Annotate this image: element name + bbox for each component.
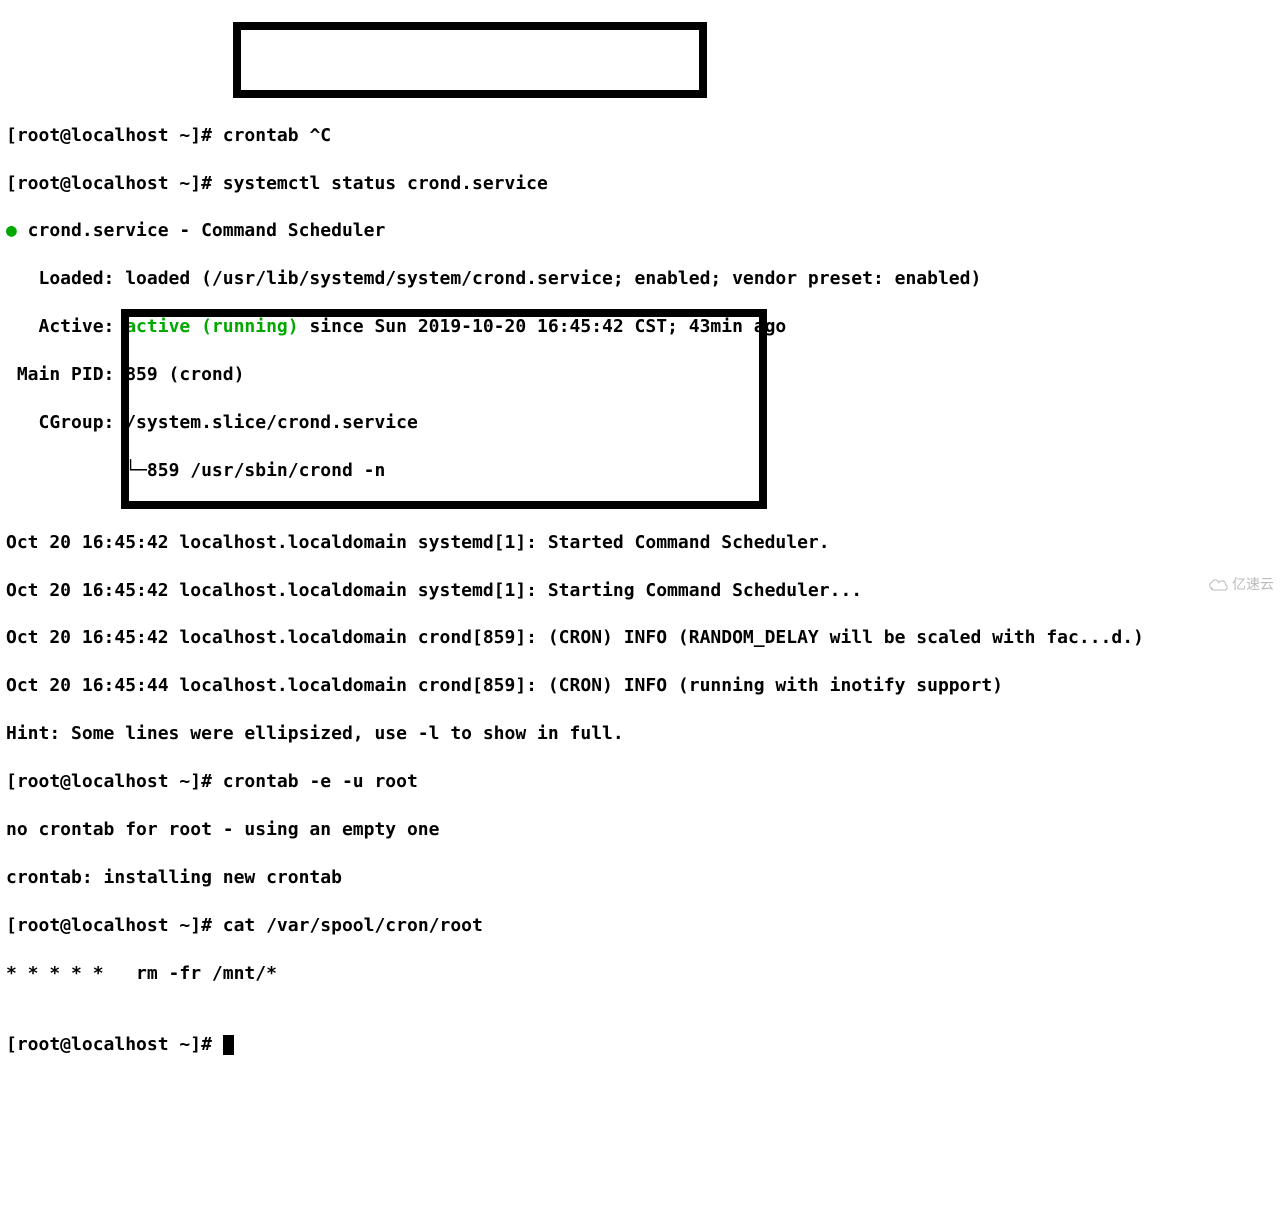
status-bullet-icon: ● (6, 220, 17, 241)
log-line: Oct 20 16:45:44 localhost.localdomain cr… (6, 675, 1003, 696)
watermark: 亿速云 (1208, 575, 1274, 594)
terminal-line: no crontab for root - using an empty one (6, 818, 1280, 842)
command-text: systemctl status crond.service (223, 173, 548, 194)
terminal-line: [root@localhost ~]# cat /var/spool/cron/… (6, 914, 1280, 938)
terminal-line: Active: active (running) since Sun 2019-… (6, 315, 1280, 339)
service-name: crond.service - Command Scheduler (17, 220, 385, 241)
output-line: crontab: installing new crontab (6, 867, 342, 888)
log-line: Oct 20 16:45:42 localhost.localdomain cr… (6, 627, 1144, 648)
terminal-line: Oct 20 16:45:42 localhost.localdomain sy… (6, 579, 1280, 603)
loaded-line: Loaded: loaded (/usr/lib/systemd/system/… (6, 268, 981, 289)
log-line: Oct 20 16:45:42 localhost.localdomain sy… (6, 532, 830, 553)
watermark-text: 亿速云 (1232, 575, 1274, 594)
terminal-line: [root@localhost ~]# crontab ^C (6, 124, 1280, 148)
terminal-line: Oct 20 16:45:42 localhost.localdomain cr… (6, 626, 1280, 650)
terminal-line: Oct 20 16:45:42 localhost.localdomain sy… (6, 531, 1280, 555)
terminal-line: * * * * * rm -fr /mnt/* (6, 962, 1280, 986)
terminal-line: CGroup: /system.slice/crond.service (6, 411, 1280, 435)
terminal-line: Loaded: loaded (/usr/lib/systemd/system/… (6, 267, 1280, 291)
command-text: cat /var/spool/cron/root (223, 915, 483, 936)
terminal-line: Hint: Some lines were ellipsized, use -l… (6, 722, 1280, 746)
terminal-line: └─859 /usr/sbin/crond -n (6, 459, 1280, 483)
terminal-line: [root@localhost ~]# (6, 1033, 1280, 1057)
command-text: crontab ^C (223, 125, 331, 146)
terminal-output[interactable]: [root@localhost ~]# crontab ^C [root@loc… (0, 96, 1286, 1085)
cgroup-line: CGroup: /system.slice/crond.service (6, 412, 418, 433)
cursor-icon (223, 1035, 234, 1055)
process-line: 859 /usr/sbin/crond -n (147, 460, 385, 481)
annotation-box (233, 22, 707, 98)
terminal-line: Main PID: 859 (crond) (6, 363, 1280, 387)
command-text: crontab -e -u root (223, 771, 418, 792)
terminal-line: ● crond.service - Command Scheduler (6, 219, 1280, 243)
terminal-line: Oct 20 16:45:44 localhost.localdomain cr… (6, 674, 1280, 698)
shell-prompt: [root@localhost ~]# (6, 771, 223, 792)
hint-line: Hint: Some lines were ellipsized, use -l… (6, 723, 624, 744)
active-label: Active: (6, 316, 125, 337)
crontab-entry: * * * * * rm -fr /mnt/* (6, 963, 277, 984)
active-status: active (running) (125, 316, 298, 337)
terminal-line: [root@localhost ~]# systemctl status cro… (6, 172, 1280, 196)
terminal-line: crontab: installing new crontab (6, 866, 1280, 890)
shell-prompt: [root@localhost ~]# (6, 173, 223, 194)
tree-branch-icon: └─ (6, 460, 147, 481)
main-pid: Main PID: 859 (crond) (6, 364, 244, 385)
log-line: Oct 20 16:45:42 localhost.localdomain sy… (6, 580, 862, 601)
shell-prompt: [root@localhost ~]# (6, 1034, 223, 1055)
active-since: since Sun 2019-10-20 16:45:42 CST; 43min… (299, 316, 787, 337)
terminal-line: [root@localhost ~]# crontab -e -u root (6, 770, 1280, 794)
output-line: no crontab for root - using an empty one (6, 819, 439, 840)
cloud-icon (1208, 578, 1228, 592)
shell-prompt: [root@localhost ~]# (6, 915, 223, 936)
shell-prompt: [root@localhost ~]# (6, 125, 223, 146)
